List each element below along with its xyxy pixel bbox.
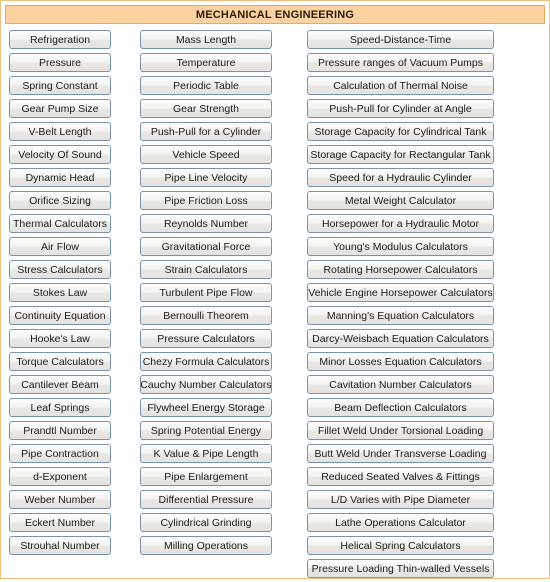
calculator-button[interactable]: Pressure Loading Thin-walled Vessels <box>307 559 494 578</box>
calculator-button[interactable]: Vehicle Speed <box>140 145 272 164</box>
page-container: MECHANICAL ENGINEERING Refrigeration Pres… <box>0 0 550 579</box>
calculator-button[interactable]: Stress Calculators <box>9 260 111 279</box>
calculator-button[interactable]: Temperature <box>140 53 272 72</box>
calculator-button[interactable]: V-Belt Length <box>9 122 111 141</box>
calculator-button[interactable]: Turbulent Pipe Flow <box>140 283 272 302</box>
calculator-button[interactable]: Mass Length <box>140 30 272 49</box>
calculator-button[interactable]: Pressure Calculators <box>140 329 272 348</box>
calculator-button[interactable]: Vehicle Engine Horsepower Calculators <box>307 283 494 302</box>
calculator-button[interactable]: Leaf Springs <box>9 398 111 417</box>
calculator-button[interactable]: Continuity Equation <box>9 306 111 325</box>
calculator-button[interactable]: Torque Calculators <box>9 352 111 371</box>
calculator-button[interactable]: Gear Pump Size <box>9 99 111 118</box>
calculator-button[interactable]: Cantilever Beam <box>9 375 111 394</box>
calculator-button[interactable]: Reynolds Number <box>140 214 272 233</box>
calculator-button[interactable]: Speed-Distance-Time <box>307 30 494 49</box>
calculator-button[interactable]: Beam Deflection Calculators <box>307 398 494 417</box>
calculator-button[interactable]: Thermal Calculators <box>9 214 111 233</box>
calculator-button[interactable]: Helical Spring Calculators <box>307 536 494 555</box>
calculator-button[interactable]: d-Exponent <box>9 467 111 486</box>
calculator-button[interactable]: Rotating Horsepower Calculators <box>307 260 494 279</box>
calculator-button[interactable]: Hooke's Law <box>9 329 111 348</box>
page-header-bar: MECHANICAL ENGINEERING <box>5 5 545 24</box>
calculator-button[interactable]: Pipe Contraction <box>9 444 111 463</box>
calculator-button[interactable]: Minor Losses Equation Calculators <box>307 352 494 371</box>
calculator-button[interactable]: Periodic Table <box>140 76 272 95</box>
calculator-button[interactable]: Chezy Formula Calculators <box>140 352 272 371</box>
calculator-button[interactable]: Manning's Equation Calculators <box>307 306 494 325</box>
calculator-button[interactable]: Flywheel Energy Storage <box>140 398 272 417</box>
calculator-button[interactable]: Eckert Number <box>9 513 111 532</box>
calculator-button[interactable]: Pipe Line Velocity <box>140 168 272 187</box>
calculator-button[interactable]: Horsepower for a Hydraulic Motor <box>307 214 494 233</box>
calculator-column-1: Refrigeration Pressure Spring Constant Gear… <box>9 30 111 559</box>
calculator-button[interactable]: Fillet Weld Under Torsional Loading <box>307 421 494 440</box>
calculator-button[interactable]: Speed for a Hydraulic Cylinder <box>307 168 494 187</box>
calculator-column-3: Speed-Distance-Time Pressure ranges of Va… <box>307 30 494 582</box>
calculator-button[interactable]: Cauchy Number Calculators <box>140 375 272 394</box>
calculator-button[interactable]: Push-Pull for a Cylinder <box>140 122 272 141</box>
calculator-button[interactable]: Bernoulli Theorem <box>140 306 272 325</box>
calculator-button[interactable]: Metal Weight Calculator <box>307 191 494 210</box>
calculator-button[interactable]: Butt Weld Under Transverse Loading <box>307 444 494 463</box>
calculator-button[interactable]: Spring Potential Energy <box>140 421 272 440</box>
calculator-button[interactable]: Gravitational Force <box>140 237 272 256</box>
calculator-column-2: Mass Length Temperature Periodic Table Gear… <box>140 30 272 559</box>
calculator-columns: Refrigeration Pressure Spring Constant Gear… <box>5 30 545 582</box>
calculator-button[interactable]: Lathe Operations Calculator <box>307 513 494 532</box>
calculator-button[interactable]: Refrigeration <box>9 30 111 49</box>
calculator-button[interactable]: Cylindrical Grinding <box>140 513 272 532</box>
calculator-button[interactable]: Push-Pull for Cylinder at Angle <box>307 99 494 118</box>
calculator-button[interactable]: Orifice Sizing <box>9 191 111 210</box>
calculator-button[interactable]: Pipe Friction Loss <box>140 191 272 210</box>
calculator-button[interactable]: Strain Calculators <box>140 260 272 279</box>
calculator-button[interactable]: Pipe Enlargement <box>140 467 272 486</box>
calculator-button[interactable]: Storage Capacity for Cylindrical Tank <box>307 122 494 141</box>
calculator-button[interactable]: Velocity Of Sound <box>9 145 111 164</box>
calculator-button[interactable]: L/D Varies with Pipe Diameter <box>307 490 494 509</box>
calculator-button[interactable]: Reduced Seated Valves & Fittings <box>307 467 494 486</box>
calculator-button[interactable]: K Value & Pipe Length <box>140 444 272 463</box>
calculator-button[interactable]: Storage Capacity for Rectangular Tank <box>307 145 494 164</box>
calculator-button[interactable]: Stokes Law <box>9 283 111 302</box>
page-title: MECHANICAL ENGINEERING <box>195 8 355 21</box>
calculator-button[interactable]: Young's Modulus Calculators <box>307 237 494 256</box>
calculator-button[interactable]: Spring Constant <box>9 76 111 95</box>
calculator-button[interactable]: Milling Operations <box>140 536 272 555</box>
calculator-button[interactable]: Dynamic Head <box>9 168 111 187</box>
calculator-button[interactable]: Air Flow <box>9 237 111 256</box>
calculator-button[interactable]: Strouhal Number <box>9 536 111 555</box>
calculator-button[interactable]: Gear Strength <box>140 99 272 118</box>
calculator-button[interactable]: Cavitation Number Calculators <box>307 375 494 394</box>
calculator-button[interactable]: Pressure <box>9 53 111 72</box>
calculator-button[interactable]: Darcy-Weisbach Equation Calculators <box>307 329 494 348</box>
calculator-button[interactable]: Prandtl Number <box>9 421 111 440</box>
calculator-button[interactable]: Calculation of Thermal Noise <box>307 76 494 95</box>
calculator-button[interactable]: Weber Number <box>9 490 111 509</box>
calculator-button[interactable]: Pressure ranges of Vacuum Pumps <box>307 53 494 72</box>
calculator-button[interactable]: Differential Pressure <box>140 490 272 509</box>
